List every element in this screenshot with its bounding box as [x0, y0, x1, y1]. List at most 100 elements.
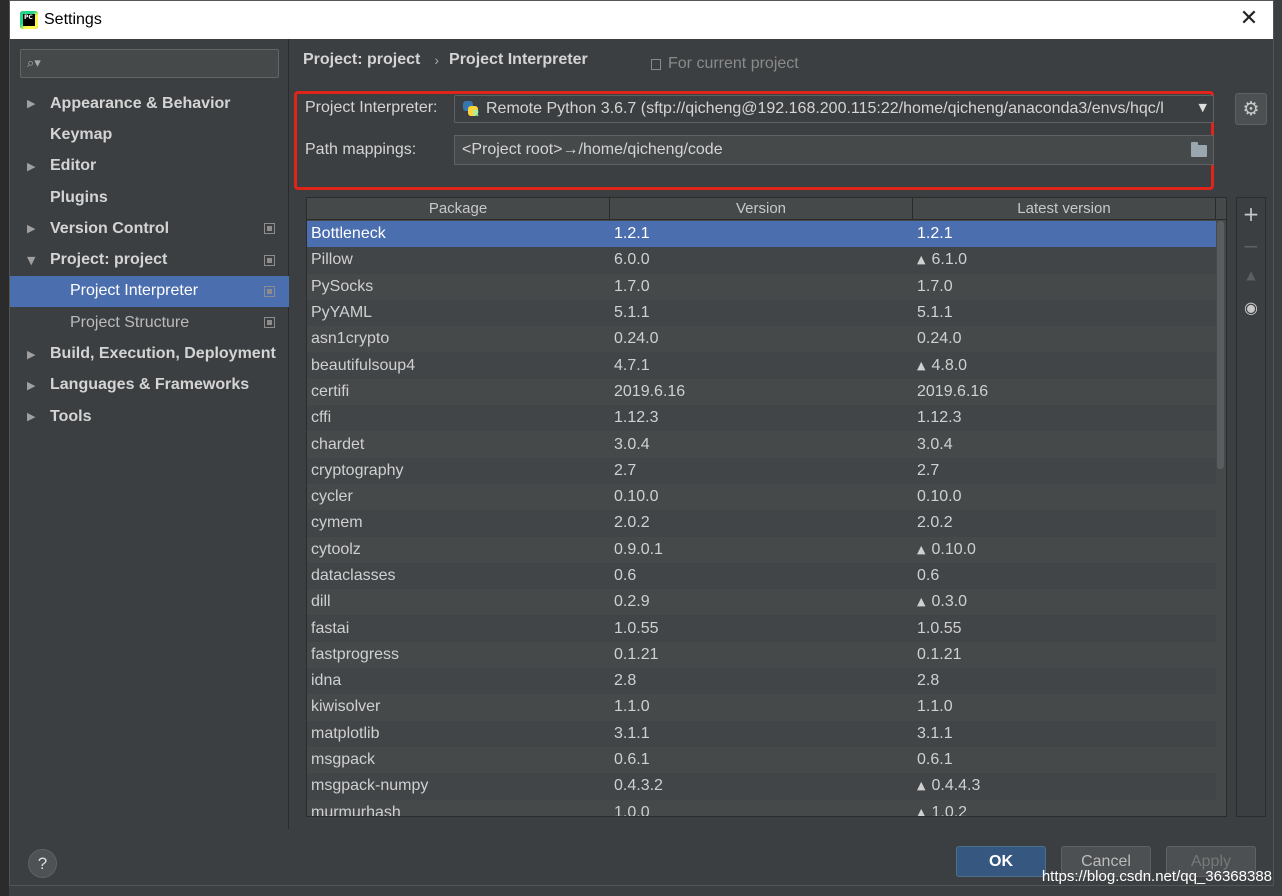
package-name-cell-text: msgpack	[311, 751, 376, 769]
expanded-arrow-icon[interactable]: ▼	[27, 254, 35, 267]
sidebar-item-editor[interactable]: ▶ Editor	[10, 151, 289, 182]
table-row[interactable]: Bottleneck 1.2.1 1.2.1	[307, 221, 1216, 248]
table-row[interactable]: fastai 1.0.55 1.0.55	[307, 615, 1216, 642]
main-panel: Project: project › Project Interpreter F…	[290, 39, 1275, 829]
table-row[interactable]: Pillow 6.0.0 ▲ 6.1.0	[307, 247, 1216, 274]
table-row[interactable]: cycler 0.10.0 0.10.0	[307, 483, 1216, 511]
table-row[interactable]: chardet 3.0.4 3.0.4	[307, 431, 1216, 458]
latest-version-cell: 5.1.1	[913, 304, 1216, 322]
add-package-button[interactable]: +	[1237, 202, 1265, 226]
interpreter-select[interactable]: R Remote Python 3.6.7 (sftp://qicheng@19…	[454, 95, 1214, 123]
table-row[interactable]: PySocks 1.7.0 1.7.0	[307, 273, 1216, 300]
show-early-releases-eye-icon[interactable]: ◉	[1237, 298, 1265, 317]
collapsed-arrow-icon[interactable]: ▶	[27, 410, 35, 423]
close-button[interactable]: ✕	[1237, 8, 1261, 32]
package-name-cell-text: idna	[311, 672, 342, 690]
scope-hint-text: For current project	[668, 55, 799, 72]
table-row[interactable]: dataclasses 0.6 0.6	[307, 562, 1216, 590]
package-name-cell: Bottleneck	[307, 225, 610, 243]
table-row[interactable]: idna 2.8 2.8	[307, 668, 1216, 695]
package-name-cell: Pillow	[307, 251, 610, 269]
sidebar-item-languages-frameworks[interactable]: ▶ Languages & Frameworks	[10, 370, 289, 401]
package-name-cell-text: dataclasses	[311, 567, 396, 584]
upgrade-package-button[interactable]: ▲	[1237, 268, 1265, 282]
sidebar-item-tools[interactable]: ▶ Tools	[10, 401, 289, 432]
table-row[interactable]: msgpack 0.6.1 0.6.1	[307, 746, 1216, 774]
version-cell: 4.7.1	[610, 357, 913, 375]
package-name-cell: cymem	[307, 514, 610, 532]
table-row[interactable]: dill 0.2.9 ▲ 0.3.0	[307, 589, 1216, 616]
table-row[interactable]: fastprogress 0.1.21 0.1.21	[307, 641, 1216, 669]
table-row[interactable]: asn1crypto 0.24.0 0.24.0	[307, 326, 1216, 353]
collapsed-arrow-icon[interactable]: ▶	[27, 160, 35, 173]
column-header-latest-version[interactable]: Latest version	[913, 198, 1216, 220]
interpreter-settings-gear-button[interactable]: ⚙	[1235, 93, 1267, 125]
package-name-cell: chardet	[307, 436, 610, 454]
sidebar-item-label: Editor	[50, 157, 97, 175]
collapsed-arrow-icon[interactable]: ▶	[27, 379, 35, 392]
chevron-down-icon: ▼	[1194, 101, 1207, 114]
sidebar-item-label: Languages & Frameworks	[50, 376, 250, 394]
package-name-cell-text: murmurhash	[311, 803, 401, 817]
collapsed-arrow-icon[interactable]: ▶	[27, 222, 35, 235]
remove-package-button[interactable]: −	[1237, 234, 1265, 258]
settings-search-input[interactable]: ⌕▾	[20, 49, 279, 78]
sidebar-item-keymap[interactable]: Keymap	[10, 119, 289, 150]
latest-version-cell-text: 1.1.0	[917, 698, 953, 716]
scrollbar-thumb[interactable]	[1217, 221, 1224, 469]
table-row[interactable]: kiwisolver 1.1.0 1.1.0	[307, 694, 1216, 721]
sidebar-item-version-control[interactable]: ▶ Version Control	[10, 213, 289, 244]
collapsed-arrow-icon[interactable]: ▶	[27, 348, 35, 361]
latest-version-cell-text: 2019.6.16	[917, 382, 989, 400]
latest-version-cell-text: 0.6.1	[917, 751, 953, 769]
update-available-icon: ▲	[917, 358, 926, 372]
path-mappings-field[interactable]: <Project root>→/home/qicheng/code	[454, 135, 1214, 165]
version-cell: 0.6	[610, 567, 913, 585]
version-cell-text: 3.1.1	[614, 724, 650, 742]
column-header-version[interactable]: Version	[610, 198, 913, 220]
copy-icon	[651, 58, 661, 70]
latest-version-cell: ▲ 6.1.0	[913, 251, 1216, 269]
table-row[interactable]: cytoolz 0.9.0.1 ▲ 0.10.0	[307, 536, 1216, 563]
package-name-cell: fastprogress	[307, 646, 610, 664]
sidebar-item-project-structure[interactable]: Project Structure	[10, 307, 289, 338]
latest-version-cell-text: 2.8	[917, 672, 940, 690]
table-row[interactable]: cffi 1.12.3 1.12.3	[307, 405, 1216, 432]
column-header-package[interactable]: Package	[307, 198, 610, 220]
settings-dialog: PC Settings ✕ ⌕▾ ▶ Appearance & Behavior K…	[9, 0, 1274, 886]
package-name-cell: certifi	[307, 383, 610, 401]
scope-hint: For current project	[651, 55, 799, 73]
table-row[interactable]: msgpack-numpy 0.4.3.2 ▲ 0.4.4.3	[307, 773, 1216, 800]
table-row[interactable]: beautifulsoup4 4.7.1 ▲ 4.8.0	[307, 352, 1216, 379]
latest-version-cell: ▲ 0.4.4.3	[913, 777, 1216, 795]
version-cell-text: 0.2.9	[614, 593, 650, 611]
version-cell: 6.0.0	[610, 251, 913, 269]
table-row[interactable]: murmurhash 1.0.0 ▲ 1.0.2	[307, 799, 1216, 817]
folder-icon[interactable]	[1191, 142, 1207, 157]
package-name-cell: kiwisolver	[307, 698, 610, 716]
sidebar-item-appearance-behavior[interactable]: ▶ Appearance & Behavior	[10, 88, 289, 119]
sidebar-item-label: Version Control	[50, 219, 170, 237]
ok-button[interactable]: OK	[956, 846, 1046, 877]
sidebar-item-project-interpreter[interactable]: Project Interpreter	[10, 275, 289, 308]
table-row[interactable]: cryptography 2.7 2.7	[307, 457, 1216, 484]
latest-version-cell-text: 4.8.0	[931, 356, 968, 374]
version-cell: 3.1.1	[610, 725, 913, 743]
help-button[interactable]: ?	[28, 849, 57, 878]
path-mappings-label: Path mappings:	[305, 141, 417, 158]
sidebar-item-build-execution-deployment[interactable]: ▶ Build, Execution, Deployment	[10, 338, 289, 369]
version-cell: 2.0.2	[610, 514, 913, 532]
table-scrollbar[interactable]	[1216, 221, 1225, 816]
table-row[interactable]: PyYAML 5.1.1 5.1.1	[307, 299, 1216, 327]
interpreter-value: Remote Python 3.6.7 (sftp://qicheng@192.…	[486, 100, 1164, 117]
sidebar-item-plugins[interactable]: Plugins	[10, 182, 289, 213]
table-row[interactable]: matplotlib 3.1.1 3.1.1	[307, 720, 1216, 747]
update-available-icon: ▲	[917, 805, 926, 817]
collapsed-arrow-icon[interactable]: ▶	[27, 97, 35, 110]
packages-table: Package Version Latest version Bottlenec…	[306, 197, 1227, 817]
table-row[interactable]: cymem 2.0.2 2.0.2	[307, 510, 1216, 537]
table-body: Bottleneck 1.2.1 1.2.1 Pillow 6.0.0 ▲ 6.1.0 PyS…	[307, 221, 1216, 817]
sidebar-item-project-project[interactable]: ▼ Project: project	[10, 244, 289, 275]
package-name-cell: cryptography	[307, 462, 610, 480]
table-row[interactable]: certifi 2019.6.16 2019.6.16	[307, 378, 1216, 406]
